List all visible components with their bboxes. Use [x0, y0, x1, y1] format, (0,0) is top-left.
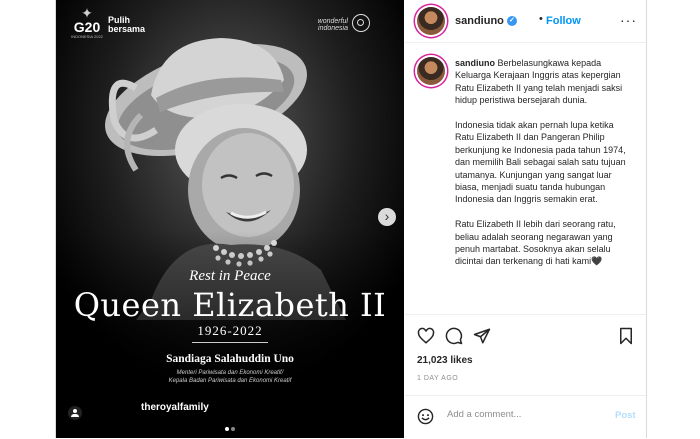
g20-logo-text: G20 [73, 19, 101, 35]
post-comment-button[interactable]: Post [615, 410, 636, 421]
signatory-title: Menteri Pariwisata dan Ekonomi Kreatif/ … [56, 369, 404, 385]
header-separator: • [539, 13, 543, 25]
caption-paragraph-2: Indonesia tidak akan pernah lupa ketika … [455, 120, 626, 205]
carousel-dot [231, 427, 235, 431]
bersama-text: bersama [108, 24, 146, 34]
post-dialog: ✦ G20 INDONESIA 2022 Pulih bersama wonde… [55, 0, 647, 438]
header-username-text[interactable]: sandiuno [455, 15, 504, 27]
share-icon[interactable] [473, 327, 491, 345]
emoji-icon[interactable] [417, 408, 434, 425]
post-timestamp[interactable]: 1 DAY AGO [417, 375, 458, 382]
post-side-panel: sandiuno ✓ • Follow ··· sandiuno Berbelas… [405, 0, 646, 438]
post-image[interactable]: ✦ G20 INDONESIA 2022 Pulih bersama wonde… [56, 0, 404, 438]
caption-avatar[interactable] [417, 57, 445, 85]
g20-mark-icon: ✦ [81, 5, 93, 21]
likes-count[interactable]: 21,023 likes [417, 355, 473, 366]
life-years-text: 1926-2022 [197, 323, 263, 338]
signatory-name: Sandiaga Salahuddin Uno [166, 353, 294, 365]
chevron-right-icon[interactable]: › [378, 208, 396, 226]
caption-text: sandiuno Berbelasungkawa kepada Keluarga… [455, 57, 635, 280]
g20-logo: ✦ G20 INDONESIA 2022 [70, 6, 104, 39]
more-options-icon[interactable]: ··· [620, 12, 637, 28]
pulih-bersama-logo: Pulih bersama [108, 16, 145, 34]
follow-button[interactable]: Follow [546, 15, 581, 27]
header-username[interactable]: sandiuno ✓ [455, 15, 517, 27]
post-header: sandiuno ✓ • Follow ··· [405, 0, 646, 43]
kemenparekraf-emblem-icon [352, 14, 370, 32]
rest-in-peace-text: Rest in Peace [189, 268, 271, 284]
caption-scroll-area[interactable]: sandiuno Berbelasungkawa kepada Keluarga… [405, 43, 646, 313]
wonderful-indonesia-logo: wonderful indonesia [318, 18, 348, 32]
signatory-title-line-1: Menteri Pariwisata dan Ekonomi Kreatif/ [176, 370, 284, 376]
avatar[interactable] [417, 7, 445, 35]
caption-username[interactable]: sandiuno [455, 58, 495, 68]
action-bar [405, 314, 646, 355]
caption-paragraph-3: Ratu Elizabeth II lebih dari seorang rat… [455, 219, 616, 267]
years-divider [192, 342, 268, 343]
user-tag-icon[interactable] [68, 406, 82, 420]
comment-bar: Post [405, 395, 646, 439]
indonesia-text: indonesia [318, 25, 348, 32]
carousel-dot-active [225, 427, 229, 431]
comment-icon[interactable] [445, 327, 463, 345]
wonderful-text: wonderful [317, 18, 348, 25]
g20-logo-subtext: INDONESIA 2022 [71, 34, 103, 39]
bookmark-icon[interactable] [617, 327, 635, 345]
carousel-indicator [224, 418, 236, 436]
source-handle-text: theroyalfamily [141, 402, 209, 413]
signatory-title-line-2: Kepala Badan Pariwisata dan Ekonomi Krea… [168, 378, 292, 384]
heart-icon[interactable] [417, 327, 435, 345]
queen-name-heading: Queen Elizabeth II [73, 286, 387, 324]
verified-badge-icon: ✓ [506, 16, 517, 27]
comment-input[interactable] [445, 408, 599, 421]
